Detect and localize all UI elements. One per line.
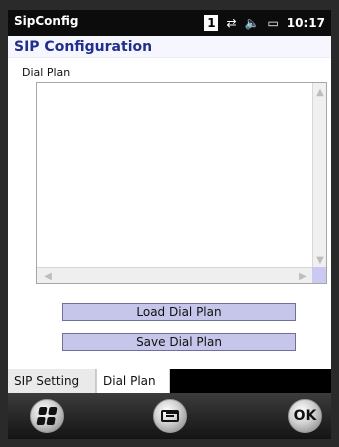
scroll-down-arrow-icon[interactable]: ▼ bbox=[313, 253, 327, 267]
load-dial-plan-button[interactable]: Load Dial Plan bbox=[62, 303, 296, 321]
page-title: SIP Configuration bbox=[8, 36, 331, 58]
scroll-up-arrow-icon[interactable]: ▲ bbox=[313, 85, 327, 99]
scrollbar-corner bbox=[312, 267, 326, 283]
dial-plan-label: Dial Plan bbox=[22, 66, 71, 79]
windows-start-button[interactable] bbox=[30, 399, 64, 433]
keyboard-button[interactable] bbox=[153, 399, 187, 433]
vertical-scrollbar[interactable]: ▲ ▼ bbox=[312, 83, 326, 269]
tab-dial-plan[interactable]: Dial Plan bbox=[96, 369, 170, 393]
speaker-icon: 🔈 bbox=[244, 16, 260, 30]
device-screen: SipConfig 1 ⇄ 🔈 ▭ 10:17 SIP Configuratio… bbox=[8, 10, 331, 439]
ok-button[interactable]: OK bbox=[288, 399, 322, 433]
keyboard-icon bbox=[161, 410, 179, 422]
status-icons: 1 ⇄ 🔈 ▭ 10:17 bbox=[204, 12, 325, 34]
windows-start-icon bbox=[36, 407, 58, 425]
save-dial-plan-button[interactable]: Save Dial Plan bbox=[62, 333, 296, 351]
sim-badge: 1 bbox=[204, 15, 219, 31]
softkey-bar: OK bbox=[8, 393, 331, 439]
sync-arrows-icon: ⇄ bbox=[226, 16, 237, 30]
scroll-left-arrow-icon[interactable]: ◀ bbox=[41, 269, 55, 283]
battery-icon: ▭ bbox=[267, 16, 279, 30]
status-bar: SipConfig 1 ⇄ 🔈 ▭ 10:17 bbox=[8, 10, 331, 36]
scroll-right-arrow-icon[interactable]: ▶ bbox=[296, 269, 310, 283]
clock-time: 10:17 bbox=[286, 16, 325, 30]
ok-label: OK bbox=[293, 408, 317, 424]
dial-plan-textarea[interactable]: ▲ ▼ ◀ ▶ bbox=[36, 82, 327, 284]
horizontal-scrollbar[interactable]: ◀ ▶ bbox=[37, 267, 314, 283]
tab-sip-setting[interactable]: SIP Setting bbox=[8, 369, 96, 393]
tab-bar: SIP Setting Dial Plan bbox=[8, 369, 331, 393]
device-frame: SipConfig 1 ⇄ 🔈 ▭ 10:17 SIP Configuratio… bbox=[0, 0, 339, 447]
app-title: SipConfig bbox=[14, 14, 79, 28]
